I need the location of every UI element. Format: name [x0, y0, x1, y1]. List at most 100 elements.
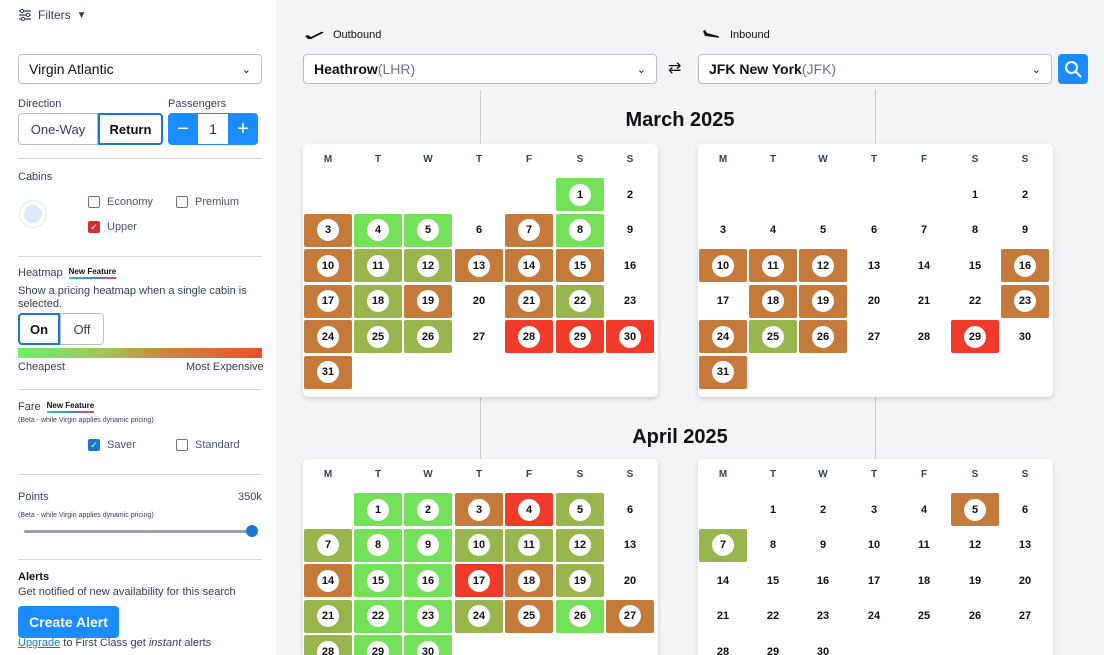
day-cell[interactable]: 23 [404, 599, 452, 633]
day-cell[interactable]: 12 [404, 249, 452, 282]
swap-icon[interactable]: ⇄ [668, 58, 681, 78]
day-cell[interactable]: 7 [505, 213, 553, 247]
weekday-header: M [323, 469, 333, 480]
points-slider-handle[interactable] [246, 525, 258, 537]
day-cell[interactable]: 18 [505, 564, 553, 597]
heatmap-on-button[interactable]: On [18, 313, 60, 345]
day-cell[interactable]: 3 [455, 493, 503, 526]
day-cell[interactable]: 22 [354, 599, 402, 633]
day-cell[interactable]: 8 [556, 213, 604, 247]
day-cell[interactable]: 14 [304, 564, 352, 597]
day-cell[interactable]: 24 [699, 320, 747, 353]
day-cell[interactable]: 29 [354, 635, 402, 655]
outbound-select[interactable]: Heathrow (LHR) ⌄ [303, 54, 657, 84]
points-slider-track[interactable] [24, 530, 254, 533]
day-cell[interactable]: 12 [799, 249, 847, 282]
day-cell[interactable]: 24 [304, 320, 352, 353]
upgrade-text: to First Class get [60, 637, 149, 649]
day-cell[interactable]: 29 [951, 320, 999, 353]
weekday-header: M [718, 469, 728, 480]
day-cell[interactable]: 5 [556, 493, 604, 526]
increase-passengers-button[interactable]: + [228, 113, 258, 145]
day-cell[interactable]: 28 [505, 320, 553, 353]
day-cell[interactable]: 19 [799, 284, 847, 318]
inbound-select[interactable]: JFK New York (JFK) ⌄ [698, 54, 1052, 84]
day-cell[interactable]: 15 [556, 249, 604, 282]
day-cell[interactable]: 25 [749, 320, 797, 353]
day-cell[interactable]: 18 [749, 284, 797, 318]
day-cell[interactable]: 21 [304, 599, 352, 633]
day-cell[interactable]: 31 [699, 355, 747, 389]
airline-select[interactable]: Virgin Atlantic ⌄ [18, 54, 262, 84]
day-cell[interactable]: 11 [505, 528, 553, 562]
day-cell[interactable]: 19 [556, 564, 604, 597]
day-cell[interactable]: 4 [505, 493, 553, 526]
day-cell[interactable]: 1 [354, 493, 402, 526]
day-cell[interactable]: 28 [304, 635, 352, 655]
day-cell[interactable]: 9 [404, 528, 452, 562]
upgrade-link[interactable]: Upgrade [18, 637, 60, 649]
day-number: 26 [812, 325, 834, 348]
day-cell[interactable]: 24 [455, 599, 503, 633]
day-cell[interactable]: 30 [606, 320, 654, 353]
day-cell[interactable]: 23 [1001, 284, 1049, 318]
day-cell[interactable]: 14 [505, 249, 553, 282]
day-cell[interactable]: 13 [455, 249, 503, 282]
day-cell[interactable]: 12 [556, 528, 604, 562]
day-cell[interactable]: 17 [304, 284, 352, 318]
economy-checkbox[interactable]: Economy [88, 196, 153, 208]
one-way-button[interactable]: One-Way [18, 113, 98, 145]
day-cell[interactable]: 26 [404, 320, 452, 353]
create-alert-button[interactable]: Create Alert [18, 606, 119, 638]
day-number: 1 [569, 183, 591, 206]
saver-checkbox[interactable]: ✓ Saver [88, 439, 136, 451]
premium-checkbox[interactable]: Premium [176, 196, 239, 208]
day-cell[interactable]: 25 [354, 320, 402, 353]
day-cell[interactable]: 10 [455, 528, 503, 562]
standard-checkbox[interactable]: Standard [176, 439, 240, 451]
day-cell[interactable]: 7 [304, 528, 352, 562]
day-cell[interactable]: 8 [354, 528, 402, 562]
day-cell[interactable]: 11 [749, 249, 797, 282]
day-cell[interactable]: 26 [799, 320, 847, 353]
day-cell[interactable]: 16 [404, 564, 452, 597]
return-button[interactable]: Return [98, 113, 163, 145]
day-number: 12 [812, 254, 834, 277]
day-number: 8 [569, 219, 591, 241]
day-cell[interactable]: 30 [404, 635, 452, 655]
upgrade-note: Upgrade to First Class get instant alert… [18, 637, 211, 649]
day-cell: 17 [716, 295, 730, 307]
day-cell[interactable]: 10 [699, 249, 747, 282]
heatmap-off-button[interactable]: Off [60, 313, 104, 345]
outbound-calendar: M T W T F S S 1 2 3 4 5 6 7 8 9 10 11 12 13 14 15 16 17 18 19 20 21… [303, 144, 658, 397]
day-cell[interactable]: 4 [354, 213, 402, 247]
day-cell[interactable]: 16 [1001, 249, 1049, 282]
day-cell[interactable]: 5 [951, 493, 999, 526]
standard-label: Standard [195, 439, 240, 451]
day-cell[interactable]: 25 [505, 599, 553, 633]
cabin-selector-dot[interactable] [20, 201, 46, 227]
day-cell[interactable]: 22 [556, 284, 604, 318]
day-cell[interactable]: 7 [699, 528, 747, 562]
day-cell[interactable]: 17 [455, 564, 503, 597]
day-cell[interactable]: 21 [505, 284, 553, 318]
day-cell: 9 [626, 224, 634, 236]
decrease-passengers-button[interactable]: − [168, 113, 198, 145]
filters-toggle[interactable]: Filters ▼ [18, 8, 87, 22]
day-cell[interactable]: 27 [606, 599, 654, 633]
day-cell[interactable]: 3 [304, 213, 352, 247]
day-cell[interactable]: 11 [354, 249, 402, 282]
day-cell[interactable]: 2 [404, 493, 452, 526]
day-cell[interactable]: 29 [556, 320, 604, 353]
upper-checkbox[interactable]: ✓ Upper [88, 221, 137, 233]
day-cell[interactable]: 15 [354, 564, 402, 597]
day-cell[interactable]: 18 [354, 284, 402, 318]
day-cell[interactable]: 19 [404, 284, 452, 318]
day-cell[interactable]: 26 [556, 599, 604, 633]
day-cell[interactable]: 1 [556, 178, 604, 211]
outbound-city: Heathrow [314, 61, 378, 77]
day-cell[interactable]: 10 [304, 249, 352, 282]
search-button[interactable] [1058, 54, 1088, 84]
day-cell[interactable]: 5 [404, 213, 452, 247]
day-cell[interactable]: 31 [304, 355, 352, 389]
